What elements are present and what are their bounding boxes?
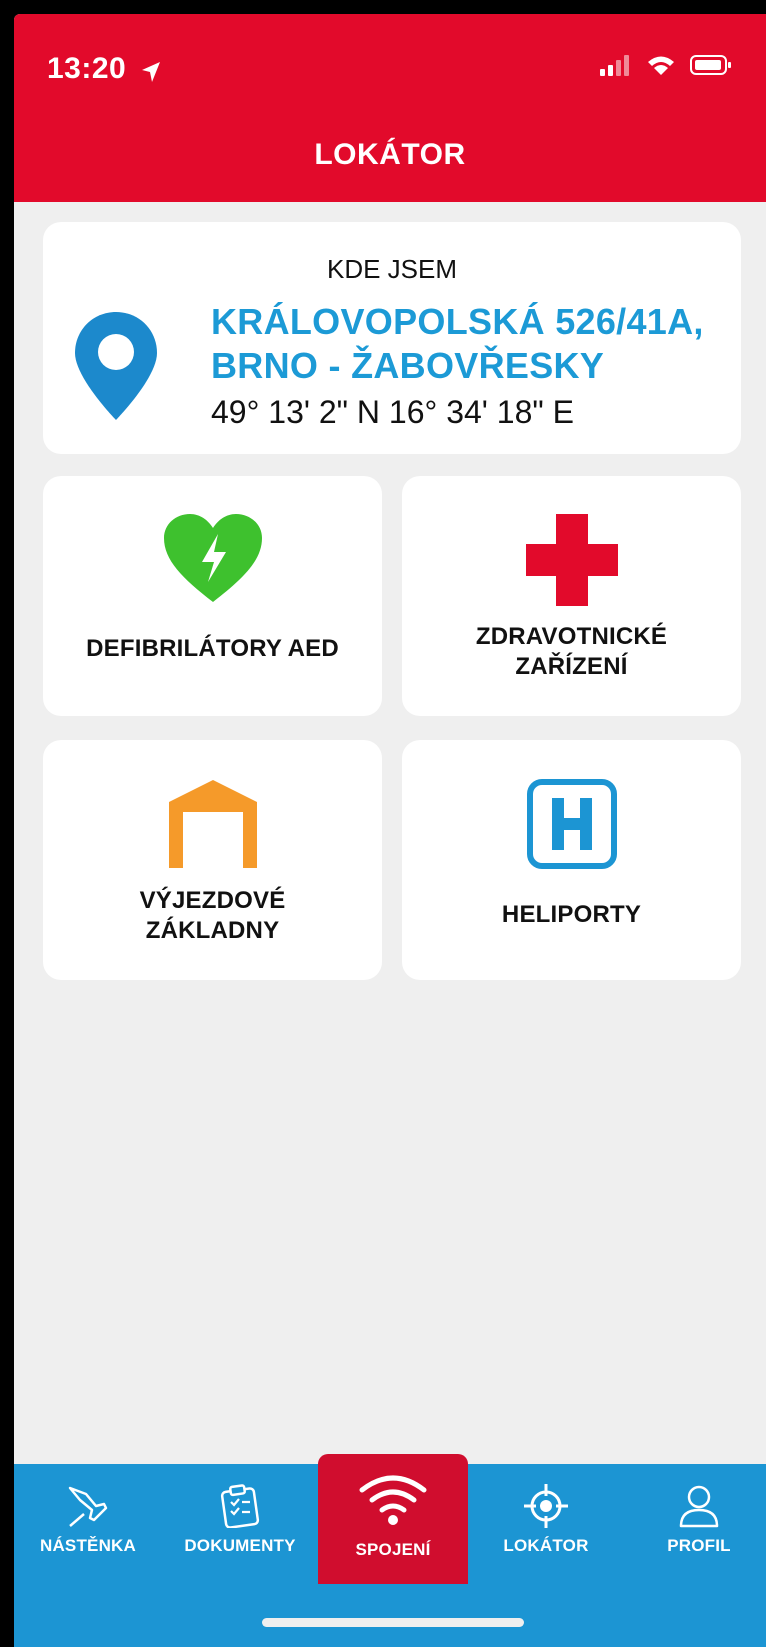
page-title: LOKÁTOR <box>314 138 466 171</box>
helipad-h-icon <box>526 779 617 869</box>
map-pin-icon <box>75 312 157 420</box>
app-screen: 13:20 LOKÁTOR KDE JSEM KRÁLOVOPOLSKÁ 526… <box>14 14 766 1647</box>
battery-icon <box>690 55 731 75</box>
gps-coordinates: 49° 13' 2" N 16° 34' 18" E <box>211 394 574 430</box>
tab-dokumenty[interactable]: DOKUMENTY <box>165 1484 315 1556</box>
tile-label-line-1: ZDRAVOTNICKÉ <box>475 623 668 650</box>
tile-label: VÝJEZDOVÉ ZÁKLADNY <box>43 886 382 946</box>
address: KRÁLOVOPOLSKÁ 526/41A, BRNO - ŽABOVŘESKY <box>211 300 731 388</box>
tile-heliports[interactable]: HELIPORTY <box>402 740 741 980</box>
tile-label: HELIPORTY <box>501 901 642 928</box>
status-time: 13:20 <box>47 52 127 85</box>
tile-label: ZDRAVOTNICKÉ ZAŘÍZENÍ <box>402 622 741 682</box>
wifi-icon <box>359 1475 427 1525</box>
tile-label-line-2: ZÁKLADNY <box>145 917 280 944</box>
tile-medical-facilities[interactable]: ZDRAVOTNICKÉ ZAŘÍZENÍ <box>402 476 741 716</box>
current-location-card: KDE JSEM KRÁLOVOPOLSKÁ 526/41A, BRNO - Ž… <box>43 222 741 454</box>
tab-label: LOKÁTOR <box>503 1536 589 1555</box>
address-line-1: KRÁLOVOPOLSKÁ 526/41A, <box>211 301 704 342</box>
location-label: KDE JSEM <box>326 254 458 284</box>
tab-label: NÁSTĚNKA <box>39 1536 137 1555</box>
garage-icon <box>168 780 257 868</box>
tab-label: SPOJENÍ <box>355 1540 431 1559</box>
tab-profil[interactable]: PROFIL <box>624 1484 766 1556</box>
heart-defibrillator-icon <box>163 514 262 602</box>
signal-icon <box>600 55 629 76</box>
home-indicator[interactable] <box>262 1618 524 1627</box>
red-cross-icon <box>525 514 618 606</box>
tab-label: DOKUMENTY <box>184 1536 296 1555</box>
tab-spojeni[interactable]: SPOJENÍ <box>318 1474 468 1560</box>
status-indicators <box>600 54 732 76</box>
clipboard-icon <box>220 1484 260 1528</box>
tile-label-line-1: VÝJEZDOVÉ <box>139 887 286 914</box>
tile-stations[interactable]: VÝJEZDOVÉ ZÁKLADNY <box>43 740 382 980</box>
pin-icon <box>68 1486 108 1527</box>
tab-nastenka[interactable]: NÁSTĚNKA <box>14 1484 163 1556</box>
app-header: 13:20 LOKÁTOR <box>14 14 766 202</box>
tab-lokator[interactable]: LOKÁTOR <box>471 1484 621 1556</box>
tab-label: PROFIL <box>667 1536 731 1555</box>
tile-label-line-2: ZAŘÍZENÍ <box>515 653 628 680</box>
location-arrow-icon <box>142 62 160 82</box>
tile-label: DEFIBRILÁTORY AED <box>86 635 339 662</box>
user-icon <box>679 1485 719 1528</box>
crosshair-icon <box>524 1484 568 1528</box>
address-line-2: BRNO - ŽABOVŘESKY <box>211 345 605 386</box>
tile-defibrillators[interactable]: DEFIBRILÁTORY AED <box>43 476 382 716</box>
wifi-status-icon <box>648 56 674 75</box>
